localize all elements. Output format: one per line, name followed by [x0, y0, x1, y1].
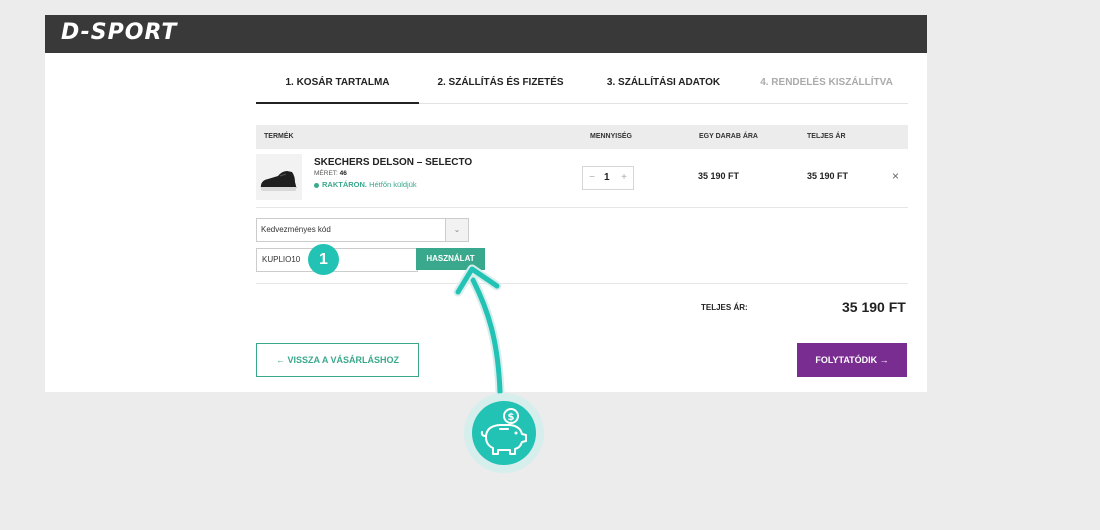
- product-name[interactable]: SKECHERS DELSON – SELECTO: [314, 157, 472, 168]
- top-bar: D-SPORT: [45, 15, 927, 53]
- cart-table-header: TERMÉK MENNYISÉG EGY DARAB ÁRA TELJES ÁR: [256, 125, 908, 149]
- quantity-plus-button[interactable]: +: [617, 167, 631, 189]
- cart-row: SKECHERS DELSON – SELECTO MÉRET: 46 RAKT…: [256, 149, 908, 208]
- step-cart-contents[interactable]: 1. KOSÁR TARTALMA: [256, 65, 419, 104]
- header-product: TERMÉK: [264, 133, 294, 140]
- coupon-type-select[interactable]: Kedvezményes kód ⌄: [256, 218, 469, 242]
- quantity-minus-button[interactable]: −: [585, 167, 599, 189]
- coupon-select-value: Kedvezményes kód: [261, 225, 331, 234]
- step-order-delivered: 4. RENDELÉS KISZÁLLÍTVA: [760, 77, 893, 88]
- checkout-steps: 1. KOSÁR TARTALMA 2. SZÁLLÍTÁS ÉS FIZETÉ…: [256, 65, 908, 104]
- product-image[interactable]: [256, 154, 302, 200]
- remove-item-icon[interactable]: ×: [892, 169, 899, 183]
- size-value: 46: [339, 170, 347, 177]
- svg-text:$: $: [508, 412, 515, 423]
- divider: [256, 283, 908, 284]
- step-shipping-payment[interactable]: 2. SZÁLLÍTÁS ÉS FIZETÉS: [419, 65, 582, 103]
- step-number-badge: 1: [308, 244, 339, 275]
- piggy-bank-icon: $: [472, 401, 536, 465]
- coupon-code-value: KUPLIO10: [262, 255, 301, 264]
- in-stock-dot-icon: [314, 182, 319, 188]
- unit-price: 35 190 FT: [698, 171, 740, 181]
- back-to-shopping-button[interactable]: ← VISSZA A VÁSÁRLÁSHOZ: [256, 343, 419, 377]
- piggy-bank-badge: $: [464, 393, 544, 473]
- stock-status: RAKTÁRON. Hétfőn küldjük: [314, 180, 417, 189]
- stock-note: Hétfőn küldjük: [369, 180, 417, 189]
- header-quantity: MENNYISÉG: [590, 133, 633, 140]
- header-unit-price: EGY DARAB ÁRA: [699, 133, 758, 140]
- step-shipping-details[interactable]: 3. SZÁLLÍTÁSI ADATOK: [582, 65, 745, 103]
- quantity-stepper: − 1 +: [582, 166, 634, 190]
- apply-coupon-button[interactable]: HASZNÁLAT: [416, 248, 485, 270]
- size-label: MÉRET:: [314, 170, 338, 177]
- summary-total-value: 35 190 FT: [842, 299, 906, 315]
- product-size: MÉRET: 46: [314, 170, 347, 177]
- header-total: TELJES ÁR: [807, 133, 846, 140]
- logo[interactable]: D-SPORT: [61, 20, 177, 45]
- chevron-down-icon[interactable]: ⌄: [445, 219, 468, 241]
- checkout-page: D-SPORT 1. KOSÁR TARTALMA 2. SZÁLLÍTÁS É…: [45, 15, 927, 392]
- quantity-value[interactable]: 1: [604, 167, 610, 189]
- continue-button[interactable]: FOLYTATÓDIK →: [797, 343, 907, 377]
- stock-label: RAKTÁRON.: [322, 180, 367, 189]
- row-total-price: 35 190 FT: [807, 171, 849, 181]
- summary-total-label: TELJES ÁR:: [701, 303, 748, 312]
